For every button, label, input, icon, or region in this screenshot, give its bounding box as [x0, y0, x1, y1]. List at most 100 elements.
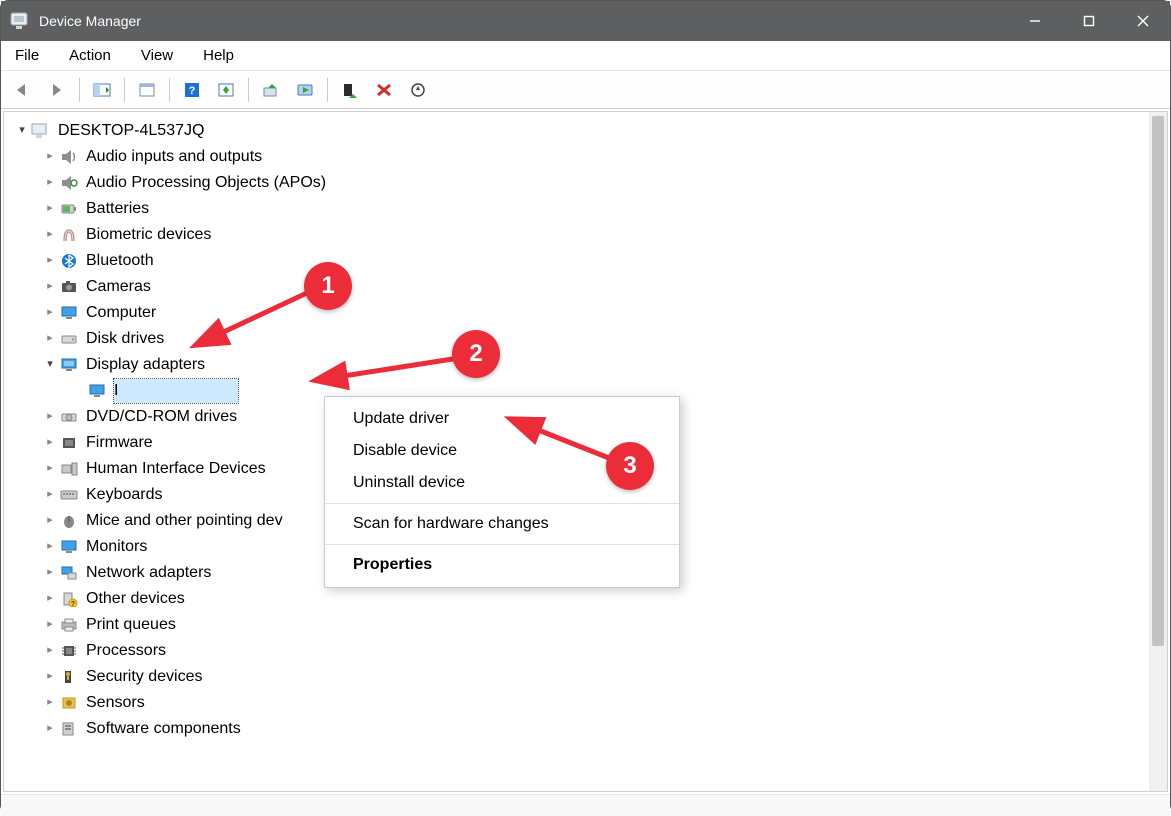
tree-root-label: DESKTOP-4L537JQ: [58, 119, 204, 144]
tree-item-computer[interactable]: Computer: [8, 300, 1163, 326]
chevron-right-icon[interactable]: [42, 252, 58, 269]
window-title: Device Manager: [39, 13, 1008, 29]
window-controls: [1008, 1, 1170, 41]
monitor-icon: [58, 537, 80, 557]
chevron-right-icon[interactable]: [42, 148, 58, 165]
tree-item-sensors[interactable]: Sensors: [8, 690, 1163, 716]
chevron-right-icon[interactable]: [42, 512, 58, 529]
tree-item-security[interactable]: Security devices: [8, 664, 1163, 690]
chevron-right-icon[interactable]: [42, 304, 58, 321]
minimize-button[interactable]: [1008, 1, 1062, 41]
camera-icon: [58, 277, 80, 297]
tree-item-software[interactable]: Software components: [8, 716, 1163, 742]
chevron-right-icon[interactable]: [42, 720, 58, 737]
enable-device-button[interactable]: [290, 76, 320, 104]
scan-changes-button[interactable]: [403, 76, 433, 104]
tree-item-label: Keyboards: [86, 483, 163, 508]
tree-item-label: Processors: [86, 639, 166, 664]
disable-device-button[interactable]: [335, 76, 365, 104]
tree-item-label: Print queues: [86, 613, 176, 638]
chevron-right-icon[interactable]: [42, 564, 58, 581]
printer-icon: [58, 615, 80, 635]
hid-icon: [58, 459, 80, 479]
show-hide-tree-button[interactable]: [87, 76, 117, 104]
scroll-thumb[interactable]: [1152, 116, 1164, 646]
tree-item-biometric[interactable]: Biometric devices: [8, 222, 1163, 248]
uninstall-device-button[interactable]: [369, 76, 399, 104]
chevron-right-icon[interactable]: [42, 434, 58, 451]
annotation-badge-2: 2: [452, 330, 500, 378]
tree-root[interactable]: DESKTOP-4L537JQ: [8, 118, 1163, 144]
tree-item-print[interactable]: Print queues: [8, 612, 1163, 638]
tree-item-label: Batteries: [86, 197, 149, 222]
chevron-right-icon[interactable]: [42, 278, 58, 295]
tree-item-batteries[interactable]: Batteries: [8, 196, 1163, 222]
context-menu: Update driver Disable device Uninstall d…: [324, 396, 680, 588]
cpu-icon: [58, 641, 80, 661]
chevron-right-icon[interactable]: [42, 226, 58, 243]
properties-button[interactable]: [132, 76, 162, 104]
chevron-right-icon[interactable]: [42, 174, 58, 191]
tree-item-label: Cameras: [86, 275, 151, 300]
vertical-scrollbar[interactable]: [1149, 112, 1167, 791]
tree-item-processors[interactable]: Processors: [8, 638, 1163, 664]
titlebar: Device Manager: [1, 1, 1170, 41]
tree-item-cameras[interactable]: Cameras: [8, 274, 1163, 300]
maximize-button[interactable]: [1062, 1, 1116, 41]
tree-item-label: Bluetooth: [86, 249, 154, 274]
tree-item-bluetooth[interactable]: Bluetooth: [8, 248, 1163, 274]
chevron-right-icon[interactable]: [42, 538, 58, 555]
tree-item-apos[interactable]: Audio Processing Objects (APOs): [8, 170, 1163, 196]
chevron-right-icon[interactable]: [42, 408, 58, 425]
toolbar-separator: [124, 78, 125, 102]
tree-item-disk-drives[interactable]: Disk drives: [8, 326, 1163, 352]
menu-scan-hardware[interactable]: Scan for hardware changes: [325, 508, 679, 540]
chevron-right-icon[interactable]: [42, 330, 58, 347]
chevron-right-icon[interactable]: [42, 486, 58, 503]
chevron-right-icon[interactable]: [42, 200, 58, 217]
network-icon: [58, 563, 80, 583]
tree-item-label: Mice and other pointing dev: [86, 509, 283, 534]
close-button[interactable]: [1116, 1, 1170, 41]
chevron-right-icon[interactable]: [42, 460, 58, 477]
forward-button[interactable]: [42, 76, 72, 104]
menu-action[interactable]: Action: [63, 43, 117, 68]
security-icon: [58, 667, 80, 687]
chevron-down-icon[interactable]: [42, 356, 58, 373]
menu-update-driver[interactable]: Update driver: [325, 403, 679, 435]
scan-button[interactable]: [211, 76, 241, 104]
tree-item-display-adapters[interactable]: Display adapters: [8, 352, 1163, 378]
chevron-right-icon[interactable]: [42, 616, 58, 633]
fingerprint-icon: [58, 225, 80, 245]
tree-item-selected-label: I: [114, 379, 238, 404]
dvd-icon: [58, 407, 80, 427]
menu-view[interactable]: View: [135, 43, 179, 68]
back-button[interactable]: [8, 76, 38, 104]
firmware-icon: [58, 433, 80, 453]
mouse-icon: [58, 511, 80, 531]
chevron-right-icon[interactable]: [42, 642, 58, 659]
other-device-icon: ?: [58, 589, 80, 609]
toolbar-separator: [169, 78, 170, 102]
tree-item-label: Disk drives: [86, 327, 164, 352]
toolbar-separator: [327, 78, 328, 102]
menu-separator: [325, 544, 679, 545]
chevron-right-icon[interactable]: [42, 590, 58, 607]
annotation-badge-1: 1: [304, 262, 352, 310]
menu-help[interactable]: Help: [197, 43, 240, 68]
speaker-icon: [58, 147, 80, 167]
menu-properties[interactable]: Properties: [325, 549, 679, 581]
update-driver-button[interactable]: [256, 76, 286, 104]
tree-item-label: Biometric devices: [86, 223, 211, 248]
menu-separator: [325, 503, 679, 504]
chevron-right-icon[interactable]: [42, 694, 58, 711]
tree-item-label: Other devices: [86, 587, 185, 612]
chevron-down-icon[interactable]: [14, 122, 30, 139]
svg-text:?: ?: [71, 601, 75, 607]
bluetooth-icon: [58, 251, 80, 271]
help-button[interactable]: ?: [177, 76, 207, 104]
menu-file[interactable]: File: [9, 43, 45, 68]
tree-item-audio-inputs[interactable]: Audio inputs and outputs: [8, 144, 1163, 170]
chevron-right-icon[interactable]: [42, 668, 58, 685]
tree-item-other[interactable]: ? Other devices: [8, 586, 1163, 612]
